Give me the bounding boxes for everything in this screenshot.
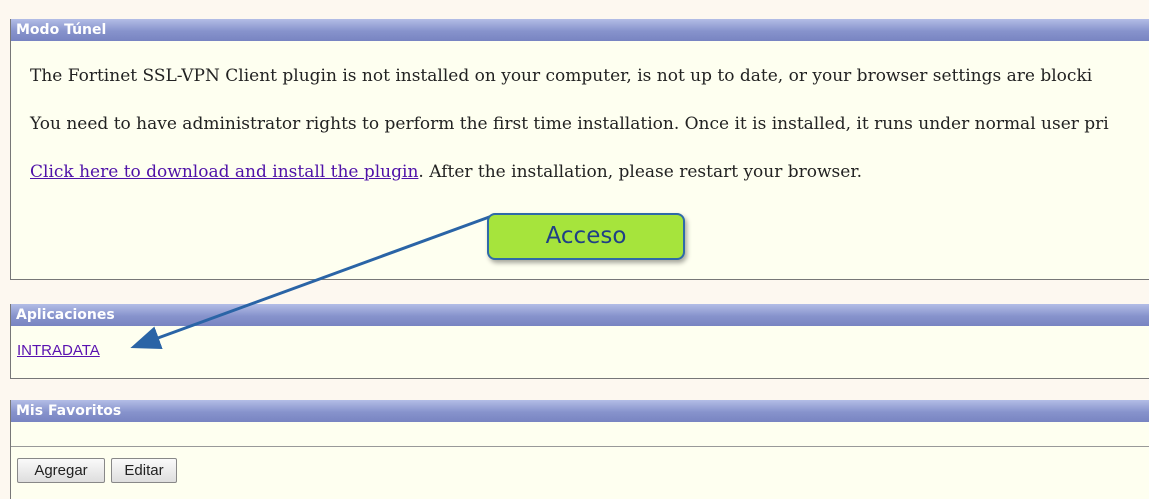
acceso-callout: Acceso (487, 213, 685, 260)
